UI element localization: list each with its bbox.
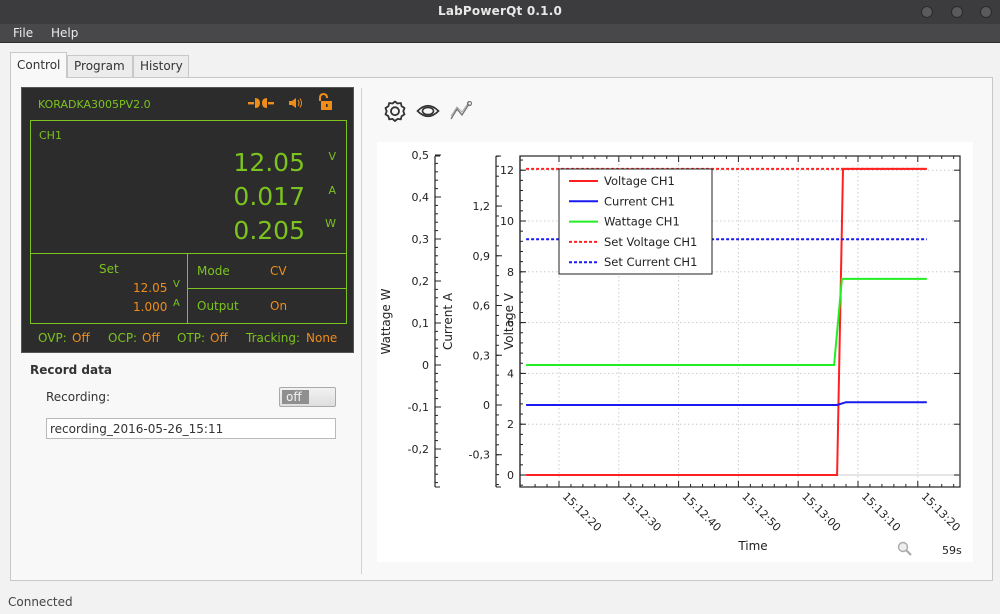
speaker-sound-icon[interactable] bbox=[288, 95, 304, 114]
ovp-value[interactable]: Off bbox=[72, 331, 90, 345]
connection-status: Connected bbox=[8, 595, 73, 609]
output-value[interactable]: On bbox=[270, 299, 287, 313]
graph-line-icon[interactable] bbox=[449, 100, 473, 125]
mode-label: Mode bbox=[197, 264, 230, 278]
menu-help[interactable]: Help bbox=[51, 26, 78, 40]
set-voltage-value[interactable]: 12.05 bbox=[133, 281, 167, 295]
mode-value: CV bbox=[270, 264, 287, 278]
window-titlebar: LabPowerQt 0.1.0 bbox=[0, 0, 1000, 24]
recording-toggle-state: off bbox=[282, 390, 309, 404]
window-title: LabPowerQt 0.1.0 bbox=[438, 4, 562, 18]
magnifier-icon[interactable] bbox=[897, 541, 913, 561]
tracking-label: Tracking: bbox=[246, 331, 300, 345]
otp-label: OTP: bbox=[177, 331, 206, 345]
unlocked-padlock-icon[interactable] bbox=[317, 92, 333, 115]
device-name: KORADKA3005PV2.0 bbox=[38, 98, 151, 111]
ovp-label: OVP: bbox=[38, 331, 67, 345]
maximize-button[interactable] bbox=[951, 6, 963, 18]
channel-label: CH1 bbox=[39, 129, 62, 142]
set-label: Set bbox=[99, 262, 119, 276]
settings-gear-icon[interactable] bbox=[384, 100, 406, 128]
current-unit: A bbox=[328, 184, 336, 197]
time-window-duration: 59s bbox=[942, 544, 962, 557]
status-bar: Connected bbox=[0, 590, 1000, 614]
tracking-value[interactable]: None bbox=[306, 331, 337, 345]
set-current-unit: A bbox=[173, 298, 180, 309]
otp-value[interactable]: Off bbox=[210, 331, 228, 345]
voltage-reading: 12.05 bbox=[233, 148, 305, 177]
divider bbox=[31, 253, 346, 254]
set-current-value[interactable]: 1.000 bbox=[133, 300, 167, 314]
close-button[interactable] bbox=[980, 6, 992, 18]
connection-plug-icon[interactable] bbox=[248, 95, 274, 114]
recording-label: Recording: bbox=[46, 390, 111, 404]
menu-bar: File Help bbox=[0, 24, 1000, 43]
voltage-unit: V bbox=[328, 150, 336, 163]
output-label: Output bbox=[197, 299, 239, 313]
chart-panel bbox=[377, 142, 973, 562]
tab-program[interactable]: Program bbox=[67, 55, 133, 77]
menu-file[interactable]: File bbox=[13, 26, 33, 40]
device-display-panel: KORADKA3005PV2.0 CH1 12.05 V 0.017 A 0.2… bbox=[21, 87, 354, 353]
tab-control[interactable]: Control bbox=[10, 52, 67, 78]
divider bbox=[187, 288, 346, 289]
minimize-button[interactable] bbox=[921, 6, 933, 18]
wattage-unit: W bbox=[325, 217, 336, 230]
channel-box: CH1 12.05 V 0.017 A 0.205 W Set 12.05 V … bbox=[30, 120, 347, 324]
recording-filename-input[interactable] bbox=[46, 418, 336, 439]
wattage-reading: 0.205 bbox=[233, 216, 305, 245]
recording-toggle[interactable]: off bbox=[279, 387, 336, 407]
visibility-eye-icon[interactable] bbox=[416, 103, 440, 123]
ocp-label: OCP: bbox=[108, 331, 138, 345]
panel-splitter[interactable] bbox=[361, 88, 362, 574]
set-voltage-unit: V bbox=[173, 279, 180, 290]
ocp-value[interactable]: Off bbox=[142, 331, 160, 345]
record-data-title: Record data bbox=[30, 363, 112, 377]
tab-history[interactable]: History bbox=[133, 55, 189, 77]
current-reading: 0.017 bbox=[233, 182, 305, 211]
